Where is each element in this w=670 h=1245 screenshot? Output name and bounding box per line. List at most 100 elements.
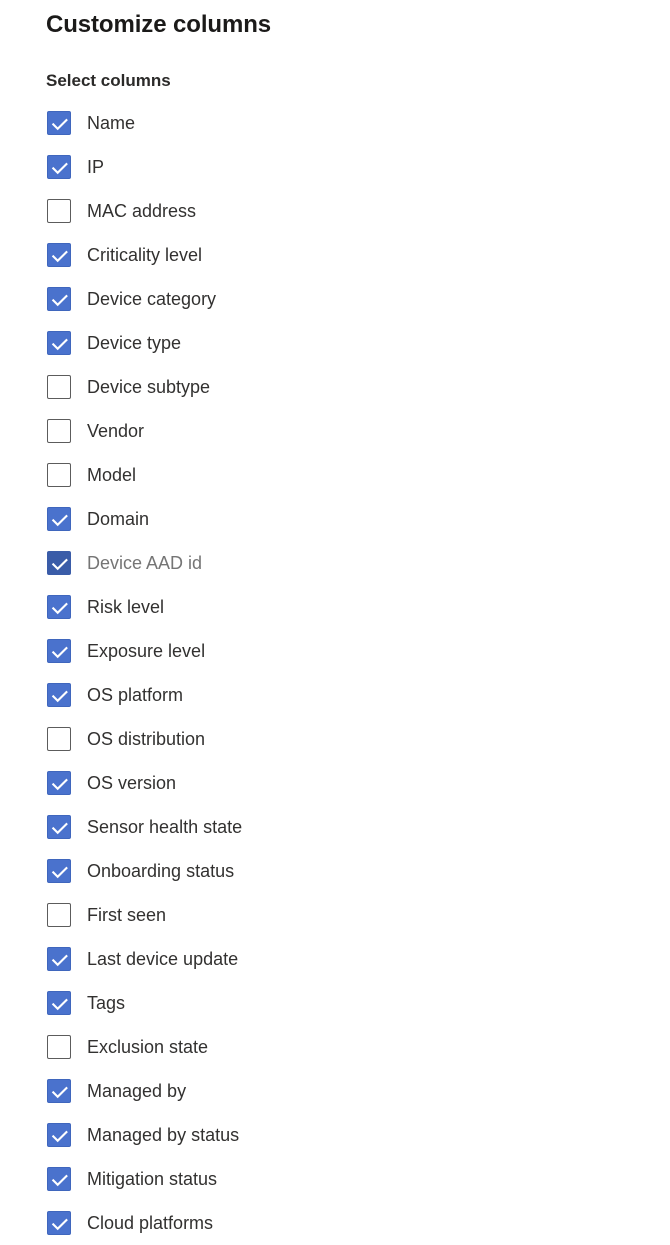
- column-option-row[interactable]: Device type: [0, 321, 670, 365]
- column-option-label: Model: [87, 465, 137, 485]
- column-checkbox[interactable]: [47, 991, 71, 1015]
- column-option-row[interactable]: Last device update: [0, 937, 670, 981]
- page-title: Customize columns: [46, 11, 271, 38]
- checkmark-icon: [48, 948, 70, 970]
- column-checkbox[interactable]: [47, 331, 71, 355]
- column-option-row[interactable]: Name: [0, 101, 670, 145]
- checkmark-icon: [48, 552, 70, 574]
- column-checkbox[interactable]: [47, 859, 71, 883]
- column-option-row[interactable]: IP: [0, 145, 670, 189]
- column-option-row[interactable]: OS platform: [0, 673, 670, 717]
- column-option-row[interactable]: Managed by: [0, 1069, 670, 1113]
- column-option-row[interactable]: Cloud platforms: [0, 1201, 670, 1245]
- column-option-label: Managed by: [87, 1081, 187, 1101]
- column-option-row[interactable]: Onboarding status: [0, 849, 670, 893]
- select-columns-label: Select columns: [46, 71, 171, 90]
- checkmark-icon: [48, 288, 70, 310]
- column-checkbox[interactable]: [47, 155, 71, 179]
- column-option-label: Criticality level: [87, 245, 203, 265]
- column-option-row[interactable]: Device subtype: [0, 365, 670, 409]
- column-checkbox[interactable]: [47, 375, 71, 399]
- checkmark-icon: [48, 816, 70, 838]
- column-option-row[interactable]: Tags: [0, 981, 670, 1025]
- column-checkbox[interactable]: [47, 463, 71, 487]
- column-option-row[interactable]: MAC address: [0, 189, 670, 233]
- column-options-list: Name IP MAC address Criticality level Device…: [0, 101, 670, 1245]
- column-option-row: Device AAD id: [0, 541, 670, 585]
- checkmark-icon: [48, 1168, 70, 1190]
- column-option-label: Last device update: [87, 949, 239, 969]
- column-option-label: Cloud platforms: [87, 1213, 214, 1233]
- column-option-row[interactable]: Mitigation status: [0, 1157, 670, 1201]
- column-option-row[interactable]: Vendor: [0, 409, 670, 453]
- column-checkbox[interactable]: [47, 815, 71, 839]
- checkmark-icon: [48, 1080, 70, 1102]
- checkmark-icon: [48, 156, 70, 178]
- column-checkbox[interactable]: [47, 419, 71, 443]
- column-option-row[interactable]: Exclusion state: [0, 1025, 670, 1069]
- column-option-label: Domain: [87, 509, 150, 529]
- checkmark-icon: [48, 684, 70, 706]
- checkmark-icon: [48, 860, 70, 882]
- column-option-label: OS platform: [87, 685, 184, 705]
- column-option-label: MAC address: [87, 201, 197, 221]
- customize-columns-panel: Customize columns Select columns Name IP M…: [0, 0, 670, 1238]
- column-option-label: Exclusion state: [87, 1037, 209, 1057]
- column-option-row[interactable]: First seen: [0, 893, 670, 937]
- column-checkbox[interactable]: [47, 1211, 71, 1235]
- checkmark-icon: [48, 508, 70, 530]
- column-option-row[interactable]: OS version: [0, 761, 670, 805]
- column-option-label: Device category: [87, 289, 217, 309]
- column-option-label: First seen: [87, 905, 167, 925]
- column-checkbox[interactable]: [47, 727, 71, 751]
- column-checkbox[interactable]: [47, 639, 71, 663]
- column-option-label: OS distribution: [87, 729, 206, 749]
- column-option-label: Device AAD id: [87, 553, 203, 573]
- column-option-label: Tags: [87, 993, 126, 1013]
- checkmark-icon: [48, 332, 70, 354]
- column-option-row[interactable]: Exposure level: [0, 629, 670, 673]
- column-option-row[interactable]: OS distribution: [0, 717, 670, 761]
- column-option-label: Name: [87, 113, 136, 133]
- column-checkbox[interactable]: [47, 683, 71, 707]
- column-checkbox[interactable]: [47, 507, 71, 531]
- column-option-label: Managed by status: [87, 1125, 240, 1145]
- column-option-row[interactable]: Sensor health state: [0, 805, 670, 849]
- column-option-label: Device subtype: [87, 377, 211, 397]
- column-option-label: OS version: [87, 773, 177, 793]
- column-option-label: Risk level: [87, 597, 165, 617]
- column-option-label: Vendor: [87, 421, 145, 441]
- checkmark-icon: [48, 244, 70, 266]
- column-option-row[interactable]: Risk level: [0, 585, 670, 629]
- checkmark-icon: [48, 772, 70, 794]
- column-option-label: IP: [87, 157, 105, 177]
- checkmark-icon: [48, 640, 70, 662]
- column-checkbox[interactable]: [47, 199, 71, 223]
- column-option-row[interactable]: Model: [0, 453, 670, 497]
- column-checkbox[interactable]: [47, 111, 71, 135]
- column-checkbox[interactable]: [47, 947, 71, 971]
- column-option-label: Exposure level: [87, 641, 206, 661]
- column-option-label: Onboarding status: [87, 861, 235, 881]
- column-checkbox[interactable]: [47, 903, 71, 927]
- checkmark-icon: [48, 1124, 70, 1146]
- column-checkbox[interactable]: [47, 1123, 71, 1147]
- column-checkbox: [47, 551, 71, 575]
- checkmark-icon: [48, 1212, 70, 1234]
- checkmark-icon: [48, 112, 70, 134]
- column-checkbox[interactable]: [47, 595, 71, 619]
- checkmark-icon: [48, 596, 70, 618]
- column-option-label: Device type: [87, 333, 182, 353]
- column-checkbox[interactable]: [47, 771, 71, 795]
- column-option-row[interactable]: Managed by status: [0, 1113, 670, 1157]
- column-checkbox[interactable]: [47, 1167, 71, 1191]
- column-checkbox[interactable]: [47, 243, 71, 267]
- column-checkbox[interactable]: [47, 1079, 71, 1103]
- column-checkbox[interactable]: [47, 1035, 71, 1059]
- column-option-row[interactable]: Device category: [0, 277, 670, 321]
- column-checkbox[interactable]: [47, 287, 71, 311]
- checkmark-icon: [48, 992, 70, 1014]
- column-option-row[interactable]: Criticality level: [0, 233, 670, 277]
- column-option-row[interactable]: Domain: [0, 497, 670, 541]
- column-option-label: Sensor health state: [87, 817, 243, 837]
